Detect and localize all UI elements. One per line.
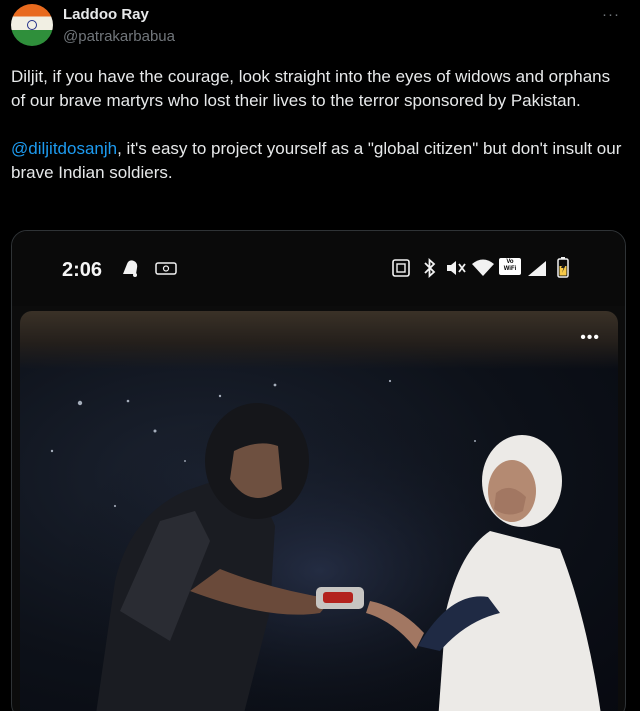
mention-link[interactable]: @diljitdosanjh	[11, 139, 117, 158]
more-options-button[interactable]: ···	[602, 6, 620, 23]
tweet-paragraph-1: Diljit, if you have the courage, look st…	[11, 67, 611, 110]
battery-icon	[557, 257, 569, 278]
phone-status-bar: 2:06 Vo WiFi	[12, 231, 625, 306]
tweet-paragraph-2: @diljitdosanjh, it's easy to project you…	[11, 137, 626, 185]
avatar-chakra	[27, 20, 37, 30]
tweet: Laddoo Ray @patrakarbabua ··· Diljit, if…	[0, 0, 640, 711]
tweet-text: Diljit, if you have the courage, look st…	[11, 65, 626, 185]
vowifi-line-2: WiFi	[503, 266, 517, 272]
dollar-bill-icon	[155, 262, 177, 275]
author-handle[interactable]: @patrakarbabua	[63, 28, 175, 45]
cellular-signal-icon	[528, 261, 546, 276]
video-frame[interactable]: •••	[20, 311, 618, 711]
author-name[interactable]: Laddoo Ray	[63, 6, 149, 23]
screenshot-icon	[392, 259, 410, 277]
wifi-icon	[472, 259, 494, 276]
status-time: 2:06	[62, 259, 103, 281]
vowifi-badge: Vo WiFi	[499, 258, 521, 275]
concert-scene-image	[50, 379, 601, 711]
bluetooth-icon	[424, 258, 436, 278]
mute-icon	[447, 261, 466, 275]
vowifi-line-1: Vo	[506, 259, 514, 265]
tweet-media[interactable]: 2:06 Vo WiFi •••	[11, 230, 626, 711]
notification-bell-icon	[123, 260, 138, 277]
avatar[interactable]	[11, 4, 53, 46]
